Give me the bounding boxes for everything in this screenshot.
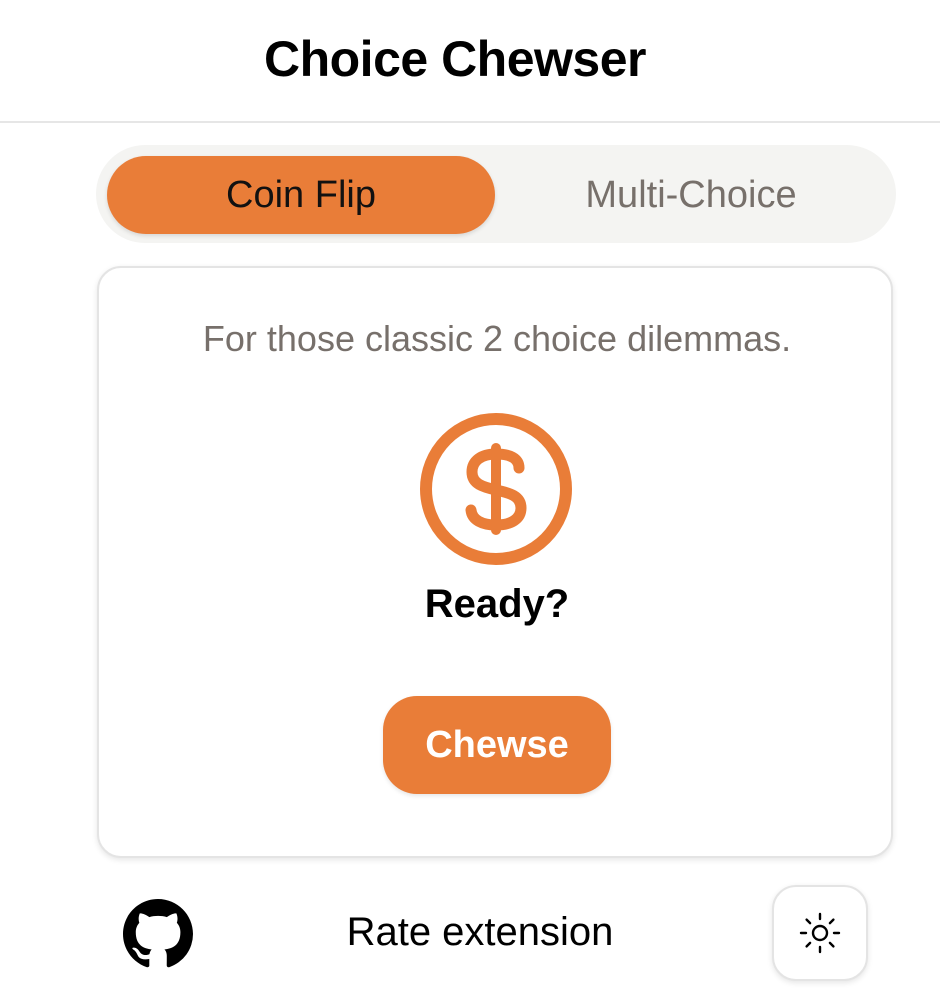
header: Choice Chewser	[0, 0, 940, 123]
github-icon[interactable]	[123, 899, 193, 969]
status-text: Ready?	[424, 582, 570, 626]
theme-toggle-button[interactable]	[772, 885, 868, 981]
tab-multi-choice[interactable]: Multi-Choice	[496, 156, 886, 234]
dollar-coin-icon	[420, 413, 572, 565]
tab-coin-flip[interactable]: Coin Flip	[107, 156, 495, 234]
mode-tabs: Coin Flip Multi-Choice	[96, 145, 896, 243]
sun-icon	[799, 912, 841, 954]
rate-extension-link[interactable]: Rate extension	[300, 910, 660, 955]
app-title: Choice Chewser	[263, 30, 647, 87]
coin-flip-card: For those classic 2 choice dilemmas. Rea…	[97, 266, 893, 858]
chewse-button[interactable]: Chewse	[383, 696, 611, 794]
tagline: For those classic 2 choice dilemmas.	[202, 318, 792, 359]
